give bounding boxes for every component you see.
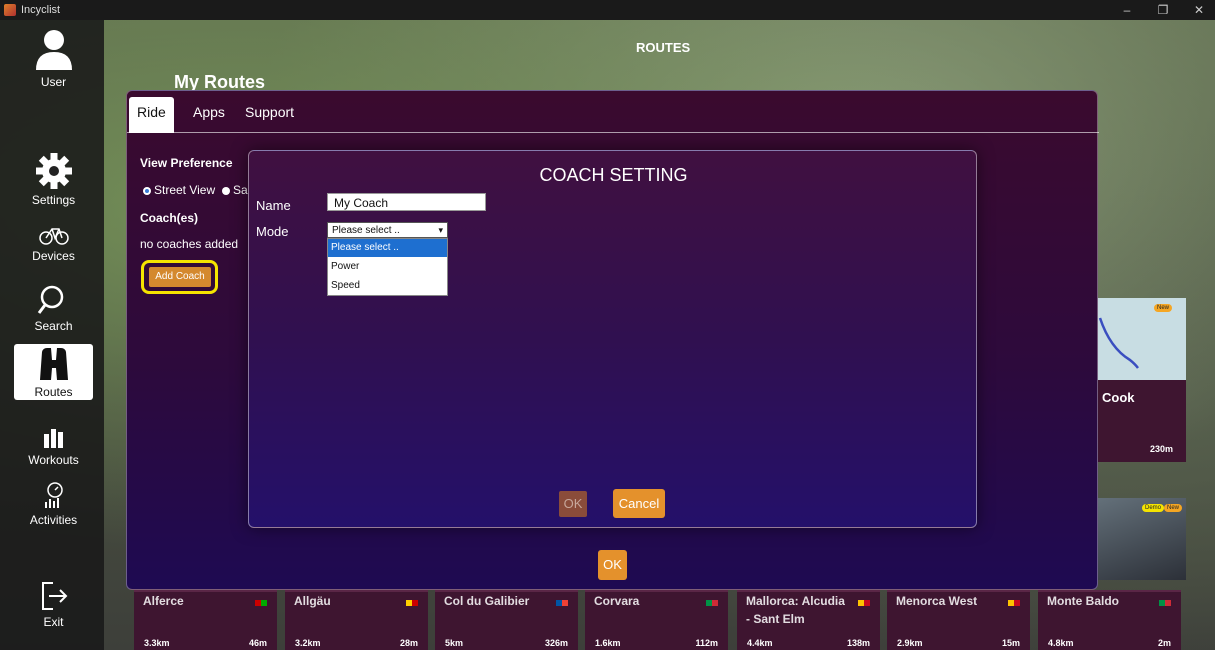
page-title: ROUTES	[636, 40, 691, 55]
country-flag-icon	[858, 600, 870, 606]
bar-chart-icon	[43, 429, 63, 448]
route-card-distance: 2.9km	[897, 638, 923, 648]
name-label: Name	[256, 198, 291, 213]
radio-street-view[interactable]: Street View	[143, 183, 215, 197]
sidebar-item-settings[interactable]: Settings	[14, 152, 93, 210]
sidebar-item-search[interactable]: Search	[14, 284, 93, 336]
coach-ok-button[interactable]: OK	[559, 491, 587, 517]
route-card-name: Monte Baldo	[1047, 594, 1119, 608]
route-card-name: Corvara	[594, 594, 640, 608]
tab-apps[interactable]: Apps	[185, 97, 233, 133]
no-coaches-text: no coaches added	[140, 237, 239, 251]
minimize-button[interactable]: –	[1112, 0, 1142, 20]
bicycle-icon	[38, 228, 69, 245]
window-titlebar: Incyclist – ❐ ✕	[0, 0, 1215, 20]
route-card-elevation: 2m	[1157, 638, 1171, 648]
route-card[interactable]: Corvara 1.6km 112m	[585, 590, 728, 650]
route-card-distance: 3.3km	[144, 638, 170, 648]
activities-icon	[44, 482, 63, 508]
tab-support[interactable]: Support	[237, 97, 302, 133]
mode-select[interactable]: Please select .. ▾	[327, 222, 448, 238]
add-coach-button[interactable]: Add Coach	[149, 267, 211, 287]
route-card[interactable]: Menorca West 2.9km 15m	[887, 590, 1030, 650]
country-flag-icon	[1159, 600, 1171, 606]
add-coach-highlight: Add Coach	[141, 260, 218, 294]
coach-setting-title: COACH SETTING	[539, 165, 688, 185]
coach-cancel-button[interactable]: Cancel	[613, 489, 665, 518]
mode-label: Mode	[256, 224, 289, 239]
user-icon	[35, 30, 72, 70]
route-card-name: Allgäu	[294, 594, 331, 608]
mode-option-please-select[interactable]: Please select ..	[328, 239, 447, 257]
route-card-name: Mallorca: Alcudia	[746, 594, 845, 608]
sidebar-item-routes[interactable]: Routes	[14, 344, 93, 400]
route-card[interactable]: Monte Baldo 4.8km 2m	[1038, 590, 1181, 650]
country-flag-icon	[556, 600, 568, 606]
route-card-name-line2: - Sant Elm	[746, 612, 805, 626]
demo-badge: Demo	[1141, 504, 1164, 512]
restore-button[interactable]: ❐	[1148, 0, 1178, 20]
mode-dropdown-list: Please select .. Power Speed	[327, 238, 448, 296]
country-flag-icon	[706, 600, 718, 606]
coach-name-input[interactable]: My Coach	[327, 193, 486, 211]
route-card-name: Cook	[1102, 390, 1135, 405]
new-badge: New	[1163, 504, 1182, 512]
route-card-name: Col du Galibier	[444, 594, 530, 608]
route-card-elevation: 138m	[846, 638, 870, 648]
close-button[interactable]: ✕	[1184, 0, 1214, 20]
settings-ok-button[interactable]: OK	[598, 550, 627, 580]
mode-option-speed[interactable]: Speed	[328, 277, 447, 295]
exit-icon	[41, 582, 67, 610]
route-card[interactable]: Allgäu 3.2km 28m	[285, 590, 428, 650]
route-card[interactable]: Alferce 3.3km 46m	[134, 590, 277, 650]
route-card-name: Menorca West	[896, 594, 978, 608]
sidebar-item-workouts[interactable]: Workouts	[14, 426, 93, 476]
radio-unselected-icon	[222, 186, 230, 195]
sidebar-item-exit[interactable]: Exit	[14, 580, 93, 636]
sidebar-item-activities[interactable]: Activities	[14, 480, 93, 530]
view-preference-label: View Preference	[140, 156, 233, 170]
new-badge: New	[1153, 304, 1172, 312]
route-card-elevation: 230m	[1150, 444, 1174, 454]
route-card-elevation: 46m	[248, 638, 267, 648]
chevron-down-icon: ▾	[438, 225, 443, 235]
route-card-distance: 1.6km	[595, 638, 621, 648]
country-flag-icon	[1008, 600, 1020, 606]
route-card-elevation: 15m	[1001, 638, 1020, 648]
tab-ride[interactable]: Ride	[129, 97, 174, 133]
app-logo-icon	[4, 4, 16, 16]
route-card-name: Alferce	[143, 594, 184, 608]
route-card-distance: 4.8km	[1048, 638, 1074, 648]
mode-option-power[interactable]: Power	[328, 258, 447, 276]
coaches-label: Coach(es)	[140, 211, 199, 225]
route-card-distance: 3.2km	[295, 638, 321, 648]
search-icon	[37, 285, 63, 314]
route-card-distance: 4.4km	[747, 638, 773, 648]
settings-tabs: Ride Apps Support	[127, 91, 1099, 133]
route-card[interactable]: Col du Galibier 5km 326m	[435, 590, 578, 650]
app-name: Incyclist	[21, 4, 61, 16]
country-flag-icon	[255, 600, 267, 606]
gear-icon	[35, 153, 72, 189]
radio-selected-icon	[143, 186, 151, 195]
sidebar-item-devices[interactable]: Devices	[14, 224, 93, 274]
binoculars-icon	[39, 348, 68, 380]
route-card-distance: 5km	[445, 638, 464, 648]
route-card-elevation: 326m	[544, 638, 568, 648]
radio-satellite-view[interactable]: Sa	[222, 183, 248, 197]
route-card[interactable]: Mallorca: Alcudia - Sant Elm 4.4km 138m	[737, 590, 880, 650]
country-flag-icon	[406, 600, 418, 606]
sidebar-item-user[interactable]: User	[14, 28, 93, 92]
route-card-elevation: 28m	[399, 638, 418, 648]
route-card-elevation: 112m	[695, 638, 718, 648]
